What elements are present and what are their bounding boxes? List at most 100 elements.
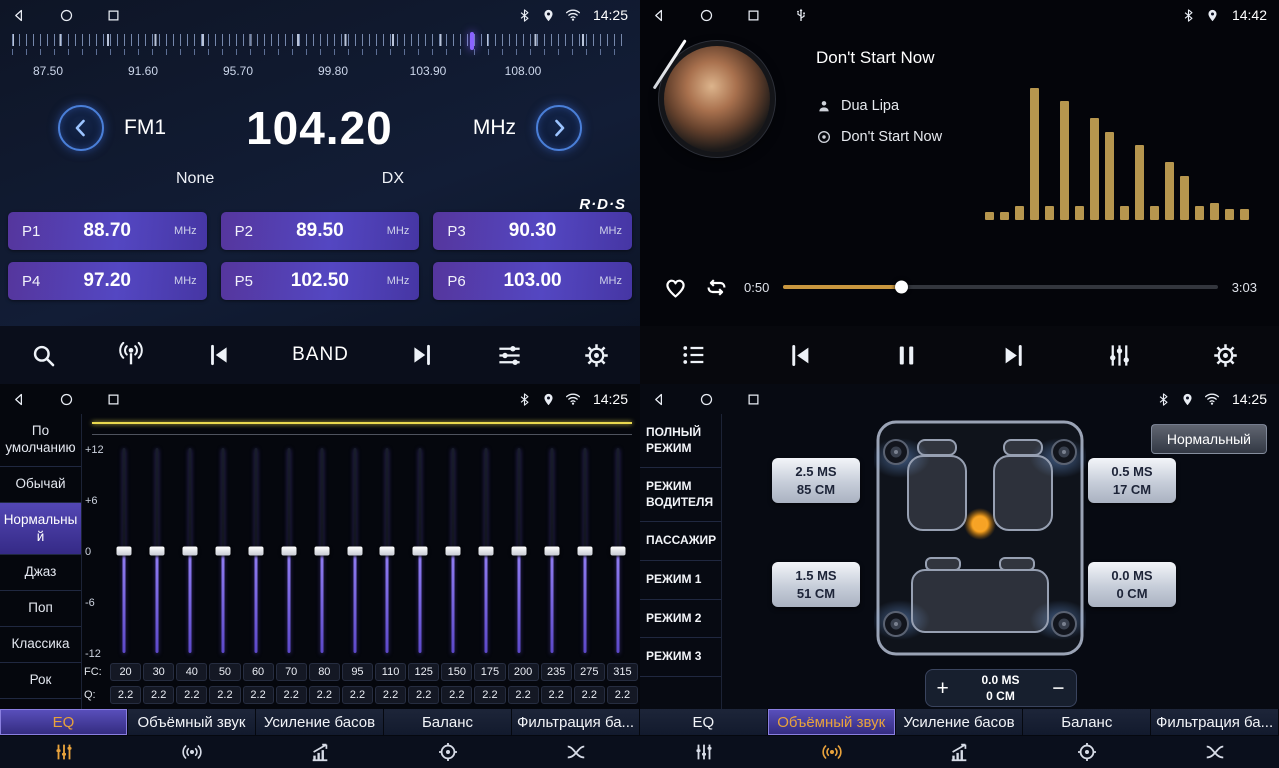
mode-3[interactable]: РЕЖИМ 3 xyxy=(640,638,721,677)
back-icon[interactable] xyxy=(652,8,667,23)
mode-full[interactable]: ПОЛНЫЙ РЕЖИМ xyxy=(640,414,721,468)
mode-2[interactable]: РЕЖИМ 2 xyxy=(640,600,721,639)
tab-balance[interactable]: Баланс xyxy=(1023,709,1151,735)
eq-band-slider[interactable] xyxy=(371,444,404,657)
home-icon[interactable] xyxy=(699,392,714,407)
auto-scan-icon[interactable] xyxy=(117,341,145,369)
eq-band-slider[interactable] xyxy=(207,444,240,657)
pause-icon[interactable] xyxy=(893,342,920,369)
tuner-indicator[interactable] xyxy=(470,32,474,50)
surround-preset-button[interactable]: Нормальный xyxy=(1151,424,1267,454)
eq-band-slider[interactable] xyxy=(437,444,470,657)
eq-band-slider[interactable] xyxy=(601,444,634,657)
tab-eq[interactable]: EQ xyxy=(640,709,768,735)
eq-band-slider[interactable] xyxy=(470,444,503,657)
eq-band-slider[interactable] xyxy=(568,444,601,657)
eq-band-slider[interactable] xyxy=(174,444,207,657)
mode-passenger[interactable]: ПАССАЖИР xyxy=(640,522,721,561)
eq-preset-pop[interactable]: Поп xyxy=(0,591,81,627)
eq-band-slider[interactable] xyxy=(503,444,536,657)
repeat-icon[interactable] xyxy=(703,274,730,301)
band-button[interactable]: BAND xyxy=(292,344,349,366)
tab-surround[interactable]: Объёмный звук xyxy=(128,709,256,735)
delay-front-right-button[interactable]: 0.5 MS 17 CM xyxy=(1088,458,1176,503)
slider-knob[interactable] xyxy=(577,546,592,555)
slider-knob[interactable] xyxy=(610,546,625,555)
eq-preset-jazz[interactable]: Джаз xyxy=(0,555,81,591)
tune-up-button[interactable] xyxy=(536,105,582,151)
slider-knob[interactable] xyxy=(117,546,132,555)
playlist-icon[interactable] xyxy=(680,341,708,369)
progress-thumb[interactable] xyxy=(895,281,908,294)
slider-knob[interactable] xyxy=(413,546,428,555)
home-icon[interactable] xyxy=(699,8,714,23)
slider-knob[interactable] xyxy=(380,546,395,555)
eq-preset-custom[interactable]: Обычай xyxy=(0,467,81,503)
tab-balance-iconcell[interactable] xyxy=(384,736,512,768)
slider-knob[interactable] xyxy=(150,546,165,555)
home-icon[interactable] xyxy=(59,392,74,407)
tab-surround[interactable]: Объёмный звук xyxy=(768,709,896,735)
eq-band-slider[interactable] xyxy=(535,444,568,657)
back-icon[interactable] xyxy=(12,392,27,407)
increase-delay-button[interactable]: + xyxy=(937,678,949,699)
delay-rear-left-button[interactable]: 1.5 MS 51 CM xyxy=(772,562,860,607)
slider-knob[interactable] xyxy=(544,546,559,555)
previous-station-icon[interactable] xyxy=(206,342,232,368)
progress-bar[interactable] xyxy=(783,285,1217,289)
eq-band-slider[interactable] xyxy=(108,444,141,657)
recents-icon[interactable] xyxy=(106,8,121,23)
eq-preset-classic[interactable]: Классика xyxy=(0,627,81,663)
preset-button-p5[interactable]: P5 102.50 MHz xyxy=(221,262,420,300)
tab-eq[interactable]: EQ xyxy=(0,709,128,735)
back-icon[interactable] xyxy=(12,8,27,23)
decrease-delay-button[interactable]: − xyxy=(1052,678,1064,699)
eq-preset-normal[interactable]: Нормальный xyxy=(0,503,81,556)
tab-filter-iconcell[interactable] xyxy=(1151,736,1279,768)
mode-1[interactable]: РЕЖИМ 1 xyxy=(640,561,721,600)
tab-bass-boost[interactable]: Усиление басов xyxy=(896,709,1024,735)
preset-button-p3[interactable]: P3 90.30 MHz xyxy=(433,212,632,250)
favorite-heart-icon[interactable] xyxy=(662,274,689,301)
recents-icon[interactable] xyxy=(746,8,761,23)
previous-track-icon[interactable] xyxy=(787,342,814,369)
tab-eq-iconcell[interactable] xyxy=(640,736,768,768)
home-icon[interactable] xyxy=(59,8,74,23)
slider-knob[interactable] xyxy=(281,546,296,555)
recents-icon[interactable] xyxy=(106,392,121,407)
preset-button-p1[interactable]: P1 88.70 MHz xyxy=(8,212,207,250)
eq-band-slider[interactable] xyxy=(338,444,371,657)
slider-knob[interactable] xyxy=(248,546,263,555)
settings-gear-icon[interactable] xyxy=(1212,342,1239,369)
eq-band-slider[interactable] xyxy=(305,444,338,657)
tab-filter[interactable]: Фильтрация ба... xyxy=(1151,709,1279,735)
equalizer-icon[interactable] xyxy=(496,342,523,369)
tune-down-button[interactable] xyxy=(58,105,104,151)
next-track-icon[interactable] xyxy=(1000,342,1027,369)
tab-balance[interactable]: Баланс xyxy=(384,709,512,735)
mixer-icon[interactable] xyxy=(1106,342,1133,369)
tab-bass-iconcell[interactable] xyxy=(896,736,1024,768)
slider-knob[interactable] xyxy=(446,546,461,555)
search-icon[interactable] xyxy=(30,342,57,369)
slider-knob[interactable] xyxy=(347,546,362,555)
slider-knob[interactable] xyxy=(511,546,526,555)
eq-band-slider[interactable] xyxy=(404,444,437,657)
tab-bass-boost[interactable]: Усиление басов xyxy=(256,709,384,735)
slider-knob[interactable] xyxy=(183,546,198,555)
slider-knob[interactable] xyxy=(314,546,329,555)
delay-rear-right-button[interactable]: 0.0 MS 0 CM xyxy=(1088,562,1176,607)
tab-filter[interactable]: Фильтрация ба... xyxy=(512,709,640,735)
tab-bass-iconcell[interactable] xyxy=(256,736,384,768)
mode-driver[interactable]: РЕЖИМ ВОДИТЕЛЯ xyxy=(640,468,721,522)
slider-knob[interactable] xyxy=(479,546,494,555)
eq-band-slider[interactable] xyxy=(272,444,305,657)
preset-button-p6[interactable]: P6 103.00 MHz xyxy=(433,262,632,300)
preset-button-p4[interactable]: P4 97.20 MHz xyxy=(8,262,207,300)
slider-knob[interactable] xyxy=(216,546,231,555)
frequency-scale[interactable]: 87.50 91.60 95.70 99.80 103.90 108.00 xyxy=(12,32,628,86)
tab-balance-iconcell[interactable] xyxy=(1023,736,1151,768)
eq-band-slider[interactable] xyxy=(141,444,174,657)
recents-icon[interactable] xyxy=(746,392,761,407)
delay-front-left-button[interactable]: 2.5 MS 85 CM xyxy=(772,458,860,503)
